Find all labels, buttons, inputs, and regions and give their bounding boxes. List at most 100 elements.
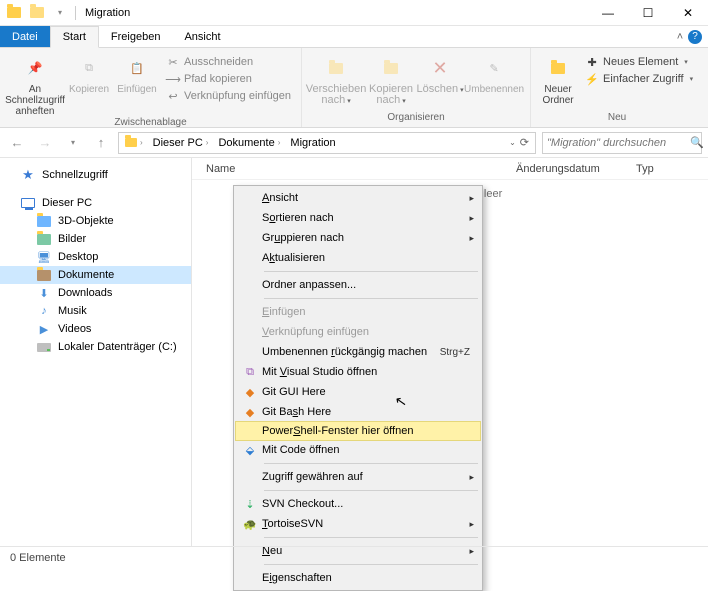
ctx-customize[interactable]: Ordner anpassen... [236, 275, 480, 295]
easy-access-button[interactable]: ⚡Einfacher Zugriff▾ [581, 71, 697, 87]
cut-button[interactable]: ✂Ausschneiden [162, 54, 295, 70]
close-button[interactable]: ✕ [668, 0, 708, 26]
folder-icon [36, 231, 52, 247]
paste-icon: 📋 [123, 54, 151, 82]
refresh-icon[interactable]: ⟳ [520, 136, 529, 149]
nav-bar: ← → ▾ ↑ › Dieser PC› Dokumente› Migratio… [0, 128, 708, 158]
folder-icon [36, 213, 52, 229]
tree-downloads[interactable]: ⬇Downloads [0, 284, 191, 302]
tree-thispc[interactable]: Dieser PC [0, 194, 191, 212]
ctx-tortoisesvn[interactable]: 🐢TortoiseSVN▸ [236, 514, 480, 534]
newitem-icon: ✚ [585, 55, 599, 69]
ctx-refresh[interactable]: Aktualisieren [236, 248, 480, 268]
ctx-git-bash[interactable]: ◆Git Bash Here [236, 402, 480, 422]
address-bar[interactable]: › Dieser PC› Dokumente› Migration ⌄ ⟳ [118, 132, 536, 154]
tree-3dobjects[interactable]: 3D-Objekte [0, 212, 191, 230]
up-button[interactable]: ↑ [90, 132, 112, 154]
pin-quickaccess-button[interactable]: 📌 An Schnellzugriff anheften [6, 50, 64, 117]
crumb-root-icon[interactable]: › [121, 138, 147, 147]
ribbon-group-new: Neuer Ordner ✚Neues Element▾ ⚡Einfacher … [531, 48, 703, 127]
pc-icon [20, 195, 36, 211]
delete-button[interactable]: ✕ Löschen▾ [418, 50, 462, 96]
ctx-view[interactable]: Ansicht▸ [236, 188, 480, 208]
history-dropdown-icon[interactable]: ⌄ [509, 138, 516, 147]
ctx-svn-checkout[interactable]: ⇣SVN Checkout... [236, 494, 480, 514]
qat-open-icon[interactable] [27, 3, 47, 23]
move-to-button[interactable]: Verschieben nach▾ [308, 50, 364, 107]
ctx-git-gui[interactable]: ◆Git GUI Here [236, 382, 480, 402]
desktop-icon: 🖥 [36, 249, 52, 265]
tab-file[interactable]: Datei [0, 26, 50, 47]
qat-dropdown[interactable]: ▾ [50, 3, 70, 23]
maximize-button[interactable]: ☐ [628, 0, 668, 26]
new-folder-button[interactable]: Neuer Ordner [537, 50, 579, 106]
tree-pictures[interactable]: Bilder [0, 230, 191, 248]
search-box[interactable]: 🔍 [542, 132, 702, 154]
easyaccess-icon: ⚡ [585, 72, 599, 86]
pin-icon: 📌 [21, 54, 49, 82]
help-icon[interactable]: ? [688, 30, 702, 44]
navigation-tree[interactable]: ★Schnellzugriff Dieser PC 3D-Objekte Bil… [0, 158, 192, 546]
ctx-group[interactable]: Gruppieren nach▸ [236, 228, 480, 248]
tree-music[interactable]: ♪Musik [0, 302, 191, 320]
paste-button[interactable]: 📋 Einfügen [114, 50, 160, 95]
ctx-powershell-here[interactable]: PowerShell-Fenster hier öffnen [235, 421, 481, 441]
pin-label: An Schnellzugriff anheften [5, 84, 65, 117]
minimize-button[interactable]: — [588, 0, 628, 26]
tree-videos[interactable]: ▶Videos [0, 320, 191, 338]
group-label-clipboard: Zwischenablage [6, 117, 295, 130]
group-label-new: Neu [537, 112, 697, 125]
ctx-open-code[interactable]: ⬙Mit Code öffnen [236, 440, 480, 460]
ctx-properties[interactable]: Eigenschaften [236, 568, 480, 588]
ctx-sort[interactable]: Sortieren nach▸ [236, 208, 480, 228]
ctx-sep [264, 271, 478, 272]
tree-desktop[interactable]: 🖥Desktop [0, 248, 191, 266]
search-input[interactable] [547, 137, 690, 149]
window-title: Migration [85, 7, 130, 19]
tree-documents[interactable]: Dokumente [0, 266, 191, 284]
ctx-sep [264, 463, 478, 464]
ribbon: 📌 An Schnellzugriff anheften ⧉ Kopieren … [0, 48, 708, 128]
chevron-up-icon: ˄ [672, 31, 688, 43]
folder-icon [4, 3, 24, 23]
ctx-undo-rename[interactable]: Umbenennen rückgängig machenStrg+Z [236, 342, 480, 362]
ribbon-tabs: Datei Start Freigeben Ansicht ˄ ? [0, 26, 708, 48]
copy-to-button[interactable]: Kopieren nach▾ [366, 50, 416, 107]
tree-quickaccess[interactable]: ★Schnellzugriff [0, 166, 191, 184]
col-name[interactable]: Name [198, 163, 508, 175]
ribbon-group-clipboard: 📌 An Schnellzugriff anheften ⧉ Kopieren … [0, 48, 302, 127]
git-icon: ◆ [240, 384, 260, 400]
disk-icon [36, 339, 52, 355]
recent-dropdown[interactable]: ▾ [62, 132, 84, 154]
tab-share[interactable]: Freigeben [99, 26, 173, 47]
rename-button[interactable]: ✎ Umbenennen [464, 50, 524, 95]
crumb-thispc[interactable]: Dieser PC› [149, 137, 213, 149]
tab-view[interactable]: Ansicht [172, 26, 232, 47]
col-type[interactable]: Typ [628, 163, 708, 175]
col-date[interactable]: Änderungsdatum [508, 163, 628, 175]
copy-button[interactable]: ⧉ Kopieren [66, 50, 112, 95]
tree-localdisk[interactable]: Lokaler Datenträger (C:) [0, 338, 191, 356]
crumb-documents[interactable]: Dokumente› [214, 137, 284, 149]
copy-path-button[interactable]: ⟶Pfad kopieren [162, 71, 295, 87]
ribbon-collapse[interactable]: ˄ ? [666, 26, 708, 47]
crumb-migration[interactable]: Migration [286, 137, 339, 149]
ctx-sep [264, 537, 478, 538]
search-icon[interactable]: 🔍 [690, 136, 704, 149]
tortoise-icon: 🐢 [240, 516, 260, 532]
group-label-organize: Organisieren [308, 112, 524, 125]
rename-icon: ✎ [480, 54, 508, 82]
ctx-open-visualstudio[interactable]: ⧉Mit Visual Studio öffnen [236, 362, 480, 382]
ctx-paste: Einfügen [236, 302, 480, 322]
scissors-icon: ✂ [166, 55, 180, 69]
tab-start[interactable]: Start [50, 26, 99, 48]
status-count: 0 Elemente [10, 552, 66, 564]
back-button[interactable]: ← [6, 132, 28, 154]
ctx-sep [264, 298, 478, 299]
star-icon: ★ [20, 167, 36, 183]
new-item-button[interactable]: ✚Neues Element▾ [581, 54, 697, 70]
forward-button[interactable]: → [34, 132, 56, 154]
ctx-grant-access[interactable]: Zugriff gewähren auf▸ [236, 467, 480, 487]
paste-link-button[interactable]: ↩Verknüpfung einfügen [162, 88, 295, 104]
folder-icon [36, 267, 52, 283]
